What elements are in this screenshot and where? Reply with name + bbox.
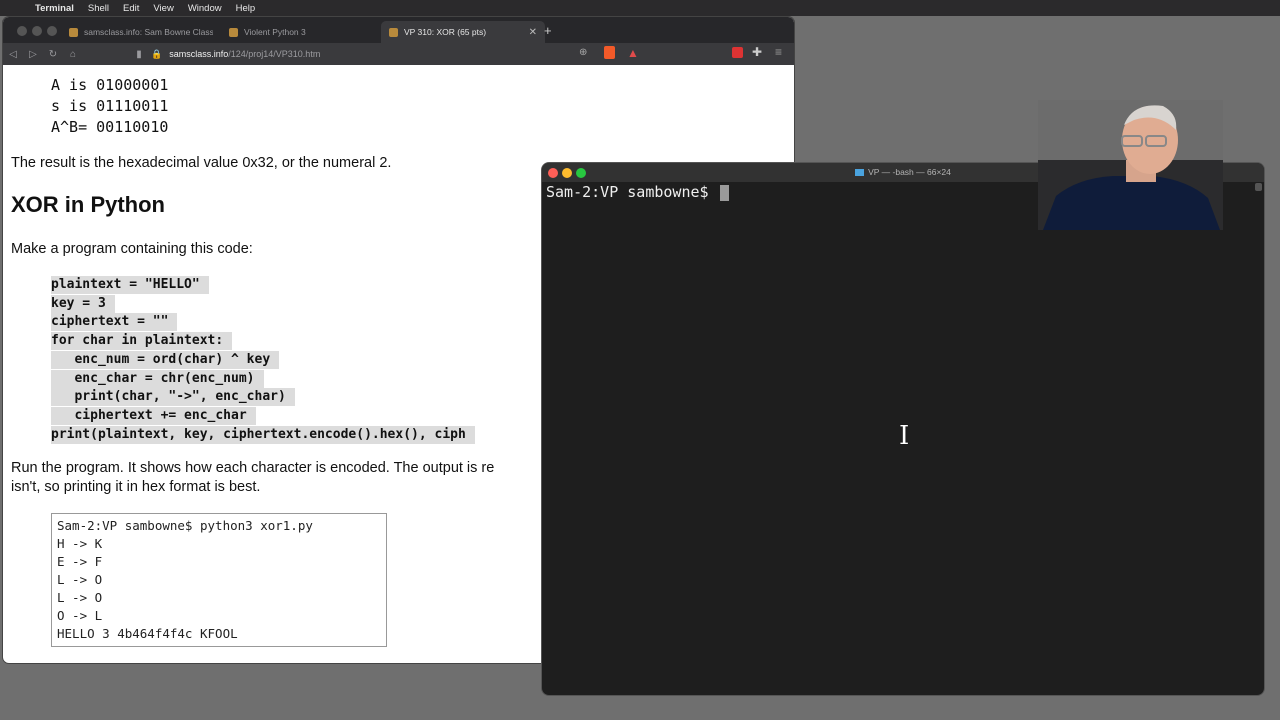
brave-rewards-icon[interactable]: ▲: [627, 46, 639, 60]
instruction-paragraph: Make a program containing this code:: [11, 241, 253, 257]
tab-bar: samsclass.info: Sam Bowne Class I Violen…: [3, 17, 794, 43]
close-window-button[interactable]: [17, 26, 27, 36]
menu-icon[interactable]: ≡: [775, 45, 782, 59]
menu-app-terminal[interactable]: Terminal: [28, 3, 81, 14]
tab-violent-python[interactable]: Violent Python 3: [221, 21, 381, 43]
presenter-image: [1038, 100, 1223, 230]
home-icon[interactable]: ⌂: [63, 49, 83, 60]
zoom-icon[interactable]: ⊕: [579, 47, 587, 58]
back-icon[interactable]: ◁: [3, 49, 23, 60]
code-line: ciphertext = "": [51, 313, 178, 331]
code-line: ciphertext += enc_char: [51, 407, 256, 425]
xor-line: s is 01110011: [51, 97, 169, 115]
new-tab-icon[interactable]: +: [544, 23, 552, 38]
tab-title: Violent Python 3: [244, 27, 306, 37]
output-screenshot: Sam-2:VP sambowne$ python3 xor1.py H -> …: [51, 513, 387, 647]
url-path: /124/proj14/VP310.htm: [228, 49, 321, 59]
site-favicon-icon: [229, 27, 238, 37]
code-line: print(char, "->", enc_char): [51, 388, 295, 406]
tab-title: VP 310: XOR (65 pts): [404, 27, 487, 37]
xor-line: A^B= 00110010: [51, 118, 169, 136]
shell-prompt: Sam-2:VP sambowne$: [546, 183, 709, 201]
menu-edit[interactable]: Edit: [116, 3, 146, 14]
bookmark-icon[interactable]: ▮: [129, 49, 149, 60]
run-paragraph-line: isn't, so printing it in hex format is b…: [11, 479, 261, 495]
reload-icon[interactable]: ↻: [43, 49, 63, 60]
minimize-window-button[interactable]: [562, 168, 572, 178]
output-line: O -> L: [57, 608, 103, 623]
code-line: enc_num = ord(char) ^ key: [51, 351, 280, 369]
site-favicon-icon: [69, 27, 78, 37]
tab-vp310-active[interactable]: VP 310: XOR (65 pts) ✕: [381, 21, 545, 43]
menu-shell[interactable]: Shell: [81, 3, 116, 14]
tab-title: samsclass.info: Sam Bowne Class I: [84, 27, 213, 37]
xor-line: A is 01000001: [51, 76, 169, 94]
code-line: for char in plaintext:: [51, 332, 233, 350]
output-line: Sam-2:VP sambowne$ python3 xor1.py: [57, 518, 313, 533]
presenter-webcam-overlay: [1038, 100, 1223, 230]
output-line: L -> O: [57, 590, 103, 605]
terminal-title: VP — -bash — 66×24: [868, 167, 951, 177]
extension-icon[interactable]: [732, 47, 743, 58]
terminal-scrollbar[interactable]: [1255, 183, 1262, 191]
puzzle-extensions-icon[interactable]: ✚: [752, 45, 762, 59]
lock-icon: 🔒: [151, 48, 163, 59]
folder-icon: [855, 169, 865, 177]
run-paragraph-line: Run the program. It shows how each chara…: [11, 460, 495, 476]
brave-shields-icon[interactable]: [604, 46, 615, 59]
minimize-window-button[interactable]: [32, 26, 42, 36]
section-heading: XOR in Python: [11, 192, 165, 217]
terminal-content[interactable]: Sam-2:VP sambowne$: [546, 183, 729, 201]
zoom-window-button[interactable]: [47, 26, 57, 36]
zoom-window-button[interactable]: [576, 168, 586, 178]
close-window-button[interactable]: [548, 168, 558, 178]
text-cursor: [719, 185, 729, 201]
site-favicon-icon: [389, 27, 398, 37]
code-line: key = 3: [51, 295, 115, 313]
code-line: plaintext = "HELLO": [51, 276, 209, 294]
result-paragraph: The result is the hexadecimal value 0x32…: [11, 155, 392, 171]
ibeam-cursor-icon: I: [899, 421, 910, 451]
output-line: H -> K: [57, 536, 103, 551]
output-line: L -> O: [57, 572, 103, 587]
code-line: print(plaintext, key, ciphertext.encode(…: [51, 426, 475, 444]
menu-view[interactable]: View: [146, 3, 180, 14]
menu-bar: Terminal Shell Edit View Window Help: [0, 0, 1280, 16]
address-bar[interactable]: 🔒 samsclass.info /124/proj14/VP310.htm: [151, 45, 647, 63]
menu-window[interactable]: Window: [181, 3, 229, 14]
url-host: samsclass.info: [169, 49, 229, 59]
output-line: HELLO 3 4b464f4f4c KFOOL: [57, 626, 238, 641]
close-tab-icon[interactable]: ✕: [529, 27, 537, 38]
tab-samsclass[interactable]: samsclass.info: Sam Bowne Class I: [61, 21, 221, 43]
forward-icon[interactable]: ▷: [23, 49, 43, 60]
browser-toolbar: ◁ ▷ ↻ ⌂ ▮ 🔒 samsclass.info /124/proj14/V…: [3, 43, 794, 65]
menu-help[interactable]: Help: [229, 3, 263, 14]
code-line: enc_char = chr(enc_num): [51, 370, 264, 388]
output-line: E -> F: [57, 554, 103, 569]
